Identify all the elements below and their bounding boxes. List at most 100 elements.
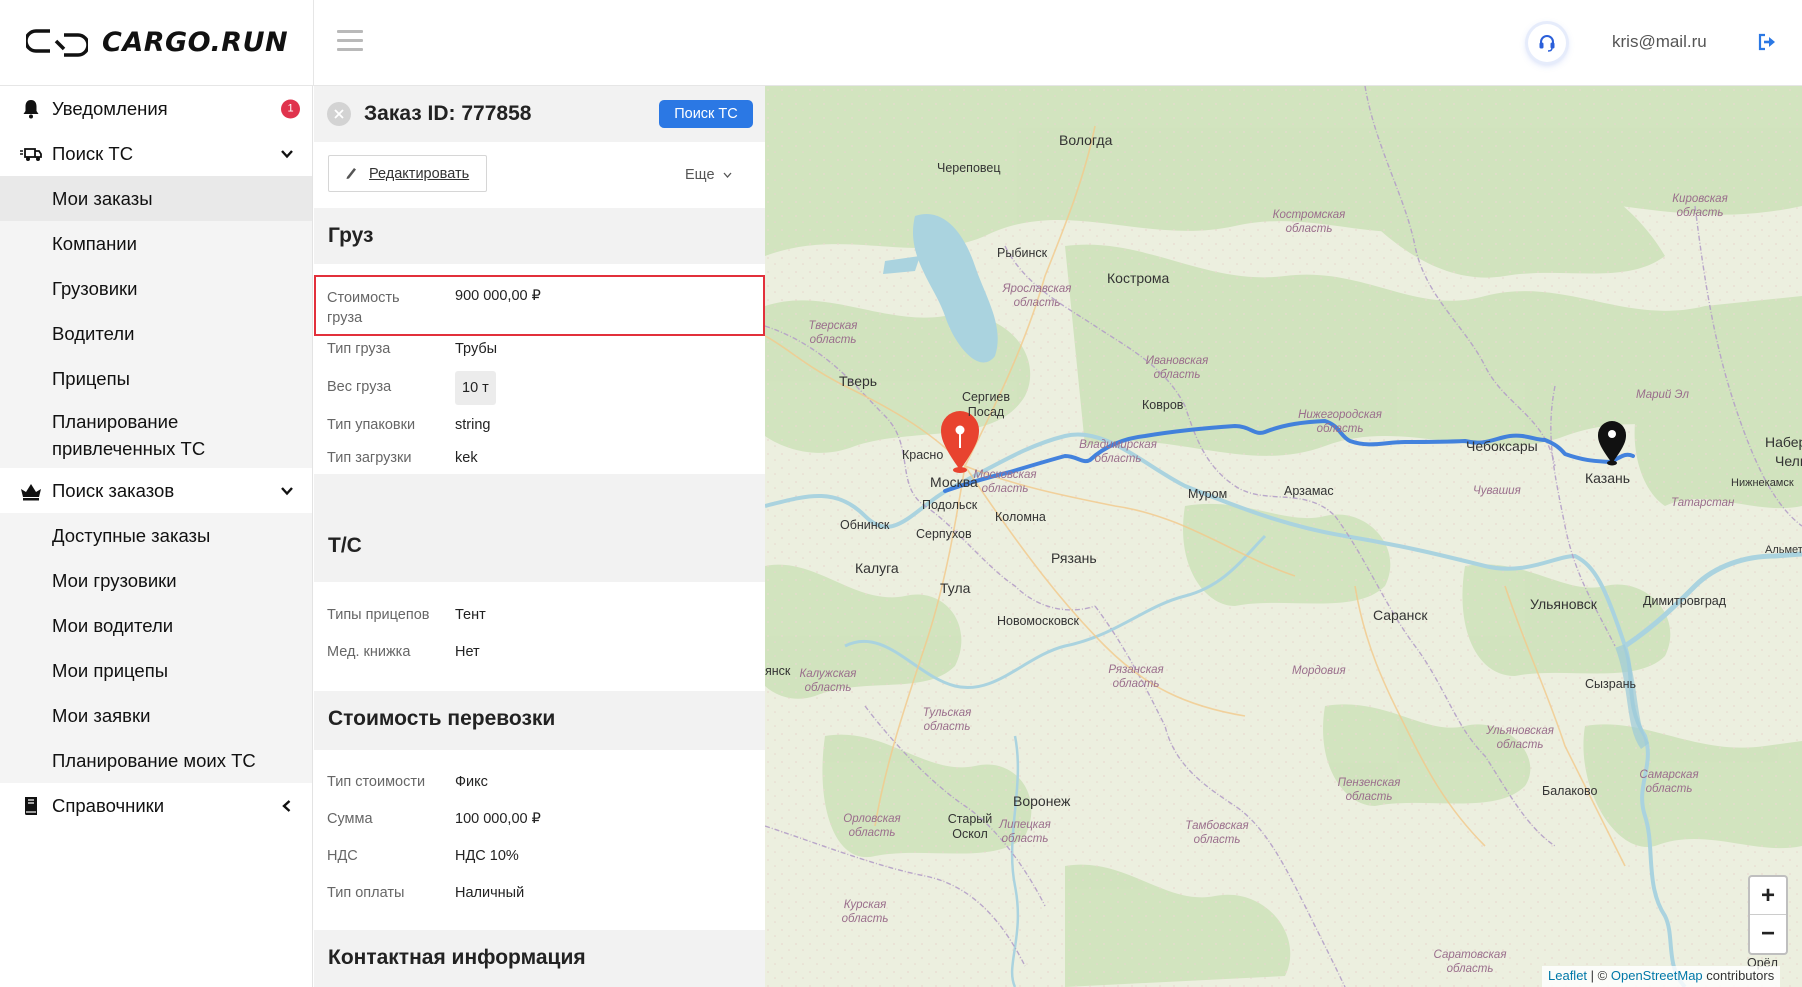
sidebar-item-trucks[interactable]: Грузовики: [0, 266, 312, 311]
chevron-left-icon[interactable]: [280, 799, 294, 813]
map-region-label: Татарстан: [1671, 497, 1735, 509]
cargo-weight-label: Вес груза: [327, 379, 392, 395]
sidebar-item-notifications[interactable]: Уведомления 1: [0, 86, 312, 131]
sidebar-item-my-trailers[interactable]: Мои прицепы: [0, 648, 312, 693]
sidebar-item-my-orders[interactable]: Мои заказы: [0, 176, 312, 221]
support-headset-icon[interactable]: [1528, 24, 1566, 62]
map-region-label: Ивановская область: [1145, 355, 1209, 381]
map-city-label: янск: [765, 664, 791, 678]
map-city-label: Челн: [1775, 453, 1802, 469]
map-city-label: Набере: [1765, 434, 1802, 450]
user-email[interactable]: kris@mail.ru: [1612, 32, 1707, 52]
map-region-label: Тверская область: [808, 320, 858, 346]
book-icon: [20, 795, 42, 817]
payment-type-label: Тип оплаты: [327, 885, 405, 901]
top-header: CARGO.RUN kris@mail.ru: [0, 0, 1802, 86]
map-region-label: Мордовия: [1292, 665, 1346, 677]
sidebar-item-drivers[interactable]: Водители: [0, 311, 312, 356]
packaging-type-label: Тип упаковки: [327, 417, 416, 433]
zoom-in-button[interactable]: +: [1750, 877, 1786, 915]
map-city-label: Нижнекамск: [1731, 477, 1794, 489]
cost-section: Тип стоимости Фикс Сумма 100 000,00 ₽ НД…: [314, 750, 765, 930]
sidebar-item-label: Мои заявки: [52, 704, 151, 726]
sidebar-item-my-vehicle-planning[interactable]: Планирование моих ТС: [0, 738, 312, 783]
zoom-out-button[interactable]: −: [1750, 915, 1786, 953]
map-region-label: Костромская область: [1272, 209, 1346, 235]
logout-icon[interactable]: [1757, 33, 1777, 51]
packaging-type: string: [455, 417, 491, 433]
map-city-label: Чебоксары: [1466, 438, 1538, 454]
map-city-label: Тула: [940, 580, 971, 596]
cargo-value-label: Стоимость груза: [327, 290, 400, 326]
sidebar-item-label: Уведомления: [52, 97, 168, 119]
sidebar-item-references[interactable]: Справочники: [0, 783, 312, 828]
map-city-label: Калуга: [855, 560, 899, 576]
vat-value: НДС 10%: [455, 848, 519, 864]
sidebar-item-available-orders[interactable]: Доступные заказы: [0, 513, 312, 558]
sidebar-item-my-drivers[interactable]: Мои водители: [0, 603, 312, 648]
payment-type: Наличный: [455, 885, 525, 901]
vehicle-search-button[interactable]: Поиск ТС: [659, 100, 753, 128]
map-region-label: Марий Эл: [1636, 389, 1689, 401]
pencil-icon: [346, 168, 356, 179]
map-city-label: Воронеж: [1013, 793, 1071, 809]
cargo-weight: 10 т: [455, 371, 496, 405]
trailer-types: Тент: [455, 607, 486, 623]
map-city-label: Рыбинск: [997, 246, 1048, 260]
map-region-label: Пензенская область: [1337, 777, 1401, 803]
order-details-panel: Заказ ID: 777858 Поиск ТС Редактировать …: [314, 86, 765, 987]
menu-toggle-icon[interactable]: [337, 30, 363, 52]
brand-logo[interactable]: CARGO.RUN: [26, 24, 288, 60]
map-city-label: Новомосковск: [997, 614, 1080, 628]
map-region-label: Орловская область: [843, 813, 901, 839]
attribution-separator: | ©: [1590, 968, 1608, 983]
sidebar-item-label: Поиск ТС: [52, 142, 134, 164]
sidebar-item-label: Мои водители: [52, 614, 174, 636]
cost-type: Фикс: [455, 774, 488, 790]
cargo-type-label: Тип груза: [327, 341, 391, 357]
order-header: Заказ ID: 777858 Поиск ТС: [314, 86, 765, 142]
sidebar-item-trailers[interactable]: Прицепы: [0, 356, 312, 401]
map-region-label: Московская область: [973, 469, 1037, 495]
edit-button-label: Редактировать: [369, 165, 470, 182]
vat-label: НДС: [327, 848, 358, 864]
sidebar-item-label: Мои грузовики: [52, 569, 177, 591]
chevron-down-icon[interactable]: [280, 484, 294, 498]
map-city-label: Сергиев Посад: [961, 390, 1011, 419]
map-city-label: Ковров: [1142, 398, 1184, 412]
map-attribution: Leaflet | © OpenStreetMap contributors: [1542, 966, 1781, 987]
sidebar-item-label: Поиск заказов: [52, 479, 175, 501]
cargo-type: Трубы: [455, 341, 498, 357]
order-title: Заказ ID: 777858: [364, 102, 532, 125]
sidebar-item-label: Справочники: [52, 794, 165, 816]
route-map[interactable]: Вологда Череповец Рыбинск Кострома Тверь…: [765, 86, 1802, 987]
map-region-label: Ульяновская область: [1486, 725, 1554, 751]
contacts-section-heading: Контактная информация: [314, 930, 765, 986]
sidebar-item-companies[interactable]: Компании: [0, 221, 312, 266]
more-dropdown[interactable]: Еще: [685, 167, 732, 183]
edit-button[interactable]: Редактировать: [328, 155, 487, 192]
chevron-down-icon[interactable]: [280, 147, 294, 161]
sidebar-item-label: Компании: [52, 232, 137, 254]
map-region-label: Калужская область: [799, 668, 857, 694]
order-actions: Редактировать Еще: [314, 142, 765, 208]
header-divider: [313, 0, 314, 86]
map-city-label: Коломна: [995, 510, 1046, 524]
sidebar-item-label: Планирование моих ТС: [52, 749, 256, 771]
leaflet-link[interactable]: Leaflet: [1548, 968, 1587, 983]
sidebar-item-order-search[interactable]: Поиск заказов: [0, 468, 312, 513]
close-icon[interactable]: [327, 102, 351, 126]
map-region-label: Тамбовская область: [1185, 820, 1249, 846]
trailer-types-label: Типы прицепов: [327, 607, 430, 623]
attribution-suffix: contributors: [1706, 968, 1775, 983]
cargo-section-heading: Груз: [314, 208, 765, 264]
vehicle-section: Типы прицепов Тент Мед. книжка Нет: [314, 582, 765, 692]
map-city-label: Димитровград: [1643, 594, 1727, 608]
more-label: Еще: [685, 167, 715, 183]
sidebar-item-hired-vehicle-planning[interactable]: Планирование привлеченных ТС: [0, 401, 312, 468]
map-region-label: Тульская область: [922, 707, 972, 733]
sidebar-item-vehicle-search[interactable]: Поиск ТС: [0, 131, 312, 176]
sidebar-item-my-trucks[interactable]: Мои грузовики: [0, 558, 312, 603]
openstreetmap-link[interactable]: OpenStreetMap: [1611, 968, 1703, 983]
sidebar-item-my-requests[interactable]: Мои заявки: [0, 693, 312, 738]
